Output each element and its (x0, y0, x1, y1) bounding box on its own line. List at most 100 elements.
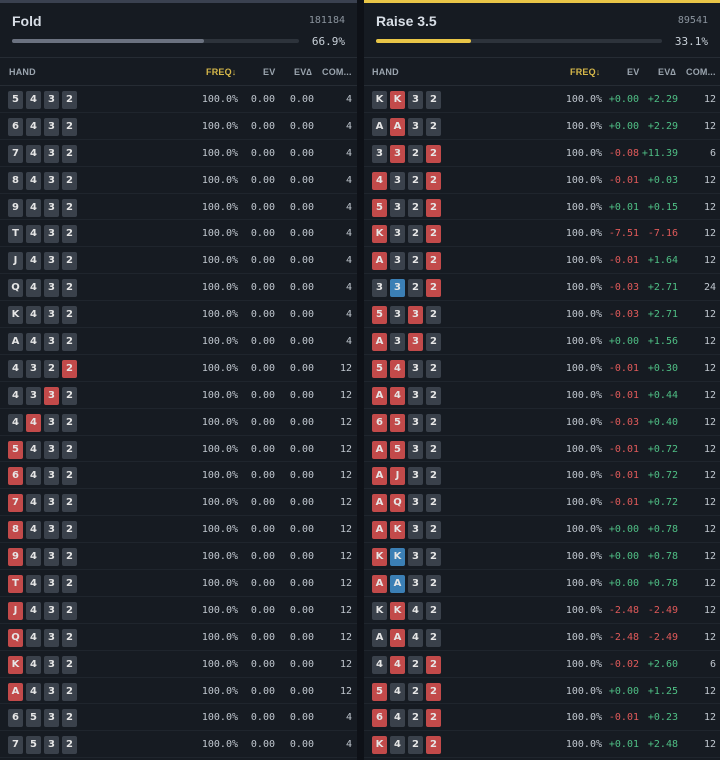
ev-column-header[interactable]: EV (627, 67, 639, 77)
hand-row[interactable]: A A 3 2 100.0% +0.00 +0.78 12 (364, 570, 720, 597)
hand-row[interactable]: A 3 3 2 100.0% +0.00 +1.56 12 (364, 328, 720, 355)
hand-column-header[interactable]: HAND (9, 67, 36, 77)
hand-row[interactable]: K 4 3 2 100.0% 0.00 0.00 12 (0, 651, 357, 678)
hand-row[interactable]: 4 3 3 2 100.0% 0.00 0.00 12 (0, 382, 357, 409)
hand-row[interactable]: J 4 3 2 100.0% 0.00 0.00 4 (0, 247, 357, 275)
hand-row[interactable]: 7 4 3 2 100.0% 0.00 0.00 12 (0, 489, 357, 517)
ev-value: +0.00 (608, 524, 639, 536)
card: 7 (8, 144, 23, 163)
hand-row[interactable]: K 4 3 2 100.0% 0.00 0.00 4 (0, 301, 357, 329)
hand-row[interactable]: Q 4 3 2 100.0% 0.00 0.00 12 (0, 624, 357, 651)
card: 7 (8, 494, 23, 513)
hand-row[interactable]: A J 3 2 100.0% -0.01 +0.72 12 (364, 462, 720, 490)
freq-value: 100.0% (201, 282, 238, 294)
card: 3 (44, 682, 59, 701)
hand-row[interactable]: 7 5 3 2 100.0% 0.00 0.00 4 (0, 731, 357, 759)
freq-column-header[interactable]: FREQ↓ (206, 67, 237, 77)
combos-value: 12 (339, 578, 352, 590)
ev-delta-value: 0.00 (289, 631, 314, 643)
hand-row[interactable]: 8 4 3 2 100.0% 0.00 0.00 4 (0, 167, 357, 194)
ev-value: -2.48 (608, 604, 639, 616)
ev-delta-value: 0.00 (289, 712, 314, 724)
hand-row[interactable]: T 4 3 2 100.0% 0.00 0.00 12 (0, 570, 357, 597)
card: K (372, 91, 387, 109)
card: 2 (62, 386, 77, 405)
ev-delta-value: 0.00 (289, 739, 314, 751)
hand-row[interactable]: K 3 2 2 100.0% -7.51 -7.16 12 (364, 220, 720, 248)
ev-column-header[interactable]: EV (263, 67, 275, 77)
card: A (8, 333, 23, 352)
hand-column-header[interactable]: HAND (372, 67, 399, 77)
ev-delta-value: 0.00 (289, 685, 314, 697)
hand-row[interactable]: A 4 3 2 100.0% 0.00 0.00 12 (0, 678, 357, 705)
freq-column-header[interactable]: FREQ↓ (570, 67, 601, 77)
hand-row[interactable]: J 4 3 2 100.0% 0.00 0.00 12 (0, 597, 357, 624)
hand-row[interactable]: 3 3 2 2 100.0% -0.03 +2.71 24 (364, 274, 720, 302)
combos-value: 12 (703, 174, 716, 186)
hand-row[interactable]: 4 3 2 2 100.0% 0.00 0.00 12 (0, 355, 357, 382)
ev-delta-column-header[interactable]: EV∆ (294, 67, 312, 77)
fold-hand-list: 5 4 3 2 100.0% 0.00 0.00 4 6 4 3 2 100.0% 0.00 0.00 4 7 4… (0, 86, 357, 759)
card: 5 (8, 91, 23, 109)
ev-delta-value: -2.49 (647, 604, 678, 616)
hand-row[interactable]: 7 4 3 2 100.0% 0.00 0.00 4 (0, 140, 357, 167)
hand-row[interactable]: 6 5 3 2 100.0% 0.00 0.00 4 (0, 704, 357, 732)
hand-row[interactable]: K K 3 2 100.0% +0.00 +0.78 12 (364, 543, 720, 571)
hand-row[interactable]: 9 4 3 2 100.0% 0.00 0.00 4 (0, 194, 357, 221)
hand-row[interactable]: 5 3 2 2 100.0% +0.01 +0.15 12 (364, 194, 720, 221)
hand-row[interactable]: 3 3 2 2 100.0% -0.08 +11.39 6 (364, 140, 720, 167)
card: 3 (44, 252, 59, 271)
card: 3 (408, 440, 423, 459)
hand-row[interactable]: A Q 3 2 100.0% -0.01 +0.72 12 (364, 489, 720, 517)
ev-delta-value: +0.72 (647, 470, 678, 482)
raise-panel: Raise 3.5 89541 33.1% HAND FREQ↓ EV EV∆ … (364, 0, 720, 760)
card: 2 (426, 628, 441, 647)
hand-row[interactable]: K 4 2 2 100.0% +0.01 +2.48 12 (364, 731, 720, 759)
hand-row[interactable]: 4 4 2 2 100.0% -0.02 +2.60 6 (364, 651, 720, 678)
freq-value: 100.0% (565, 282, 602, 294)
ev-delta-value: 0.00 (289, 551, 314, 563)
combos-column-header[interactable]: COM... (322, 67, 352, 77)
card: 2 (62, 252, 77, 271)
card: 2 (62, 628, 77, 647)
hand-row[interactable]: 5 4 3 2 100.0% -0.01 +0.30 12 (364, 355, 720, 382)
fold-action-title[interactable]: Fold (12, 13, 42, 29)
hand-row[interactable]: Q 4 3 2 100.0% 0.00 0.00 4 (0, 274, 357, 302)
card: 4 (26, 333, 41, 352)
hand-row[interactable]: A 5 3 2 100.0% -0.01 +0.72 12 (364, 436, 720, 463)
hand-row[interactable]: 4 3 2 2 100.0% -0.01 +0.03 12 (364, 167, 720, 194)
card: 3 (390, 225, 405, 244)
hand-row[interactable]: 5 4 2 2 100.0% +0.00 +1.25 12 (364, 678, 720, 705)
hand-row[interactable]: A A 3 2 100.0% +0.00 +2.29 12 (364, 113, 720, 140)
hand-row[interactable]: A 3 2 2 100.0% -0.01 +1.64 12 (364, 247, 720, 275)
combos-column-header[interactable]: COM... (686, 67, 716, 77)
hand-row[interactable]: 6 5 3 2 100.0% -0.03 +0.40 12 (364, 409, 720, 436)
hand-row[interactable]: 5 4 3 2 100.0% 0.00 0.00 12 (0, 436, 357, 463)
hand-row[interactable]: A A 4 2 100.0% -2.48 -2.49 12 (364, 624, 720, 651)
hand-row[interactable]: 8 4 3 2 100.0% 0.00 0.00 12 (0, 516, 357, 544)
hand-row[interactable]: A 4 3 2 100.0% -0.01 +0.44 12 (364, 382, 720, 409)
raise-action-title[interactable]: Raise 3.5 (376, 13, 437, 29)
hand-row[interactable]: 6 4 3 2 100.0% 0.00 0.00 12 (0, 462, 357, 490)
hand-row[interactable]: 6 4 2 2 100.0% -0.01 +0.23 12 (364, 704, 720, 732)
hand-row[interactable]: A 4 3 2 100.0% 0.00 0.00 4 (0, 328, 357, 355)
raise-top-accent (364, 0, 720, 3)
hand-row[interactable]: 5 4 3 2 100.0% 0.00 0.00 4 (0, 86, 357, 113)
hand-row[interactable]: 4 4 3 2 100.0% 0.00 0.00 12 (0, 409, 357, 436)
ev-value: +0.00 (608, 336, 639, 348)
raise-frequency-pct: 33.1% (674, 35, 708, 48)
hand-row[interactable]: K K 4 2 100.0% -2.48 -2.49 12 (364, 597, 720, 624)
hand-row[interactable]: 9 4 3 2 100.0% 0.00 0.00 12 (0, 543, 357, 571)
ev-delta-value: +0.78 (647, 524, 678, 536)
hand-row[interactable]: A K 3 2 100.0% +0.00 +0.78 12 (364, 516, 720, 544)
hand-row[interactable]: K K 3 2 100.0% +0.00 +2.29 12 (364, 86, 720, 113)
hand-row[interactable]: 6 4 3 2 100.0% 0.00 0.00 4 (0, 113, 357, 140)
combos-value: 6 (709, 147, 716, 159)
freq-value: 100.0% (201, 174, 238, 186)
hand-row[interactable]: 5 3 3 2 100.0% -0.03 +2.71 12 (364, 301, 720, 329)
ev-delta-column-header[interactable]: EV∆ (658, 67, 676, 77)
hand-row[interactable]: T 4 3 2 100.0% 0.00 0.00 4 (0, 220, 357, 248)
card: 3 (408, 494, 423, 513)
card: 2 (426, 117, 441, 136)
combos-value: 12 (339, 389, 352, 401)
